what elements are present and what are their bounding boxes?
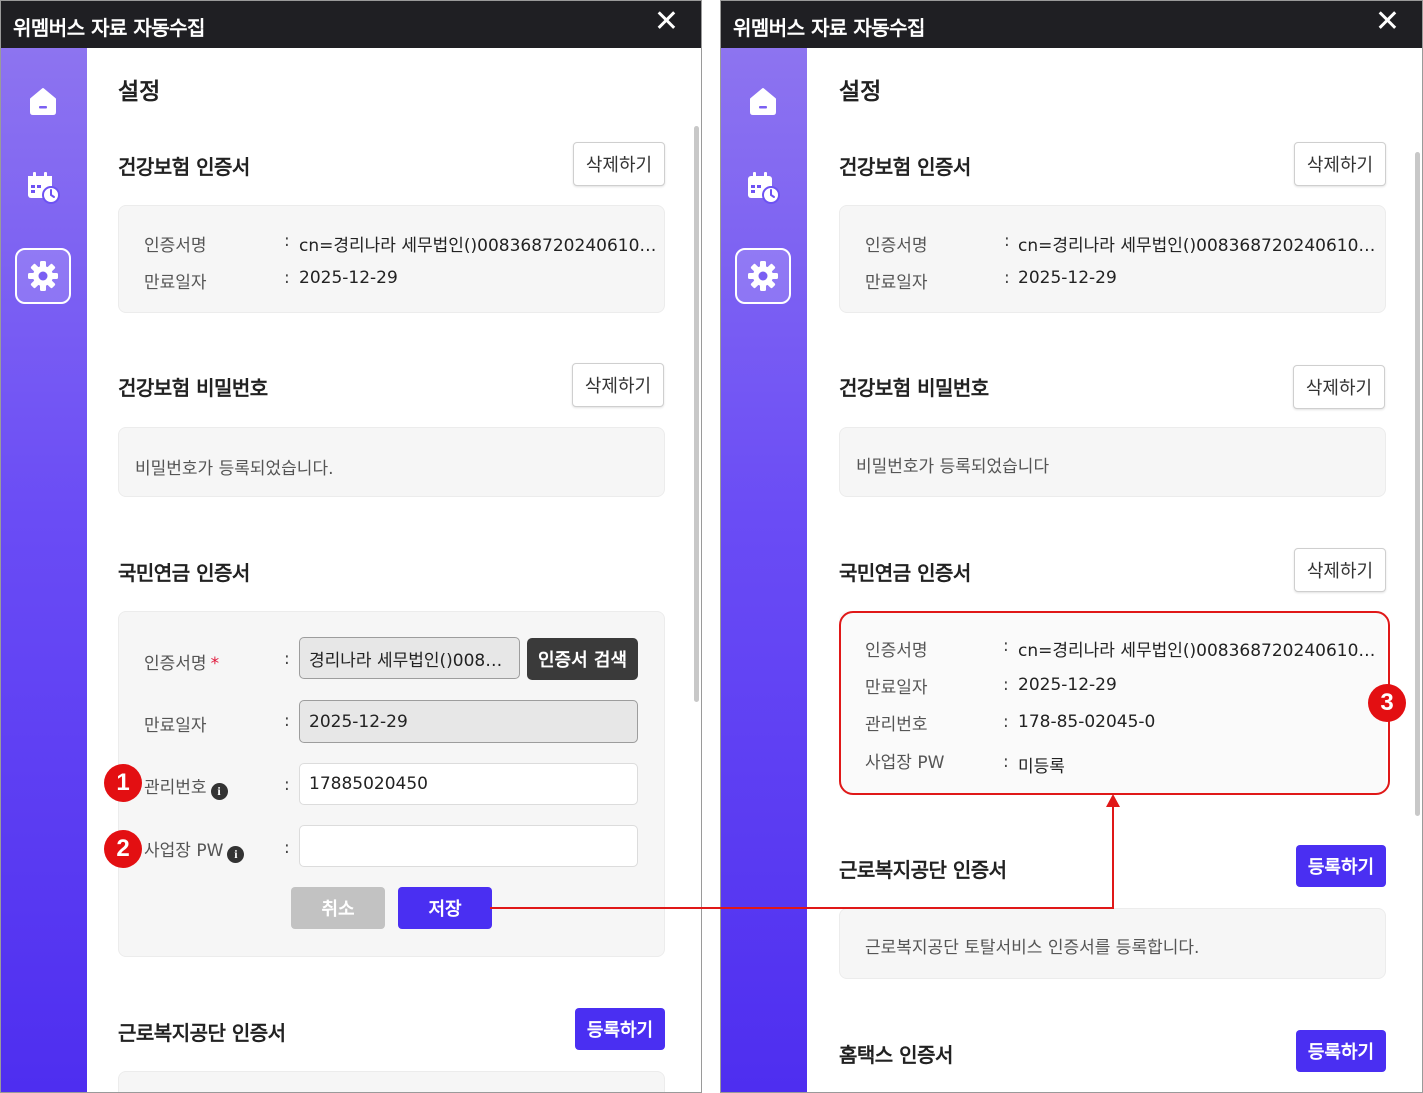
sidebar <box>1 48 87 1092</box>
settings-content: 설정 건강보험 인증서 삭제하기 인증서명 : cn=경리나라 세무법인()00… <box>807 48 1422 1092</box>
health-pw-title: 건강보험 비밀번호 <box>839 376 989 400</box>
close-icon[interactable]: ✕ <box>654 7 679 37</box>
settings-window-saved: 위멤버스 자료 자동수집 ✕ 설정 건강보험 인증서 삭제하기 인증서명: c… <box>720 0 1423 1093</box>
sidebar <box>721 48 807 1092</box>
nav-home[interactable] <box>735 73 791 129</box>
info-icon[interactable]: i <box>227 846 245 863</box>
health-cert-delete-button[interactable]: 삭제하기 <box>1294 142 1386 186</box>
step-badge-2: 2 <box>104 830 142 868</box>
nav-schedule[interactable] <box>735 160 791 216</box>
home-icon <box>30 88 56 115</box>
gear-icon <box>748 261 778 291</box>
health-pw-card: 비밀번호가 등록되었습니다. <box>118 427 665 497</box>
nav-settings[interactable] <box>15 248 71 304</box>
step-badge-1: 1 <box>104 764 142 802</box>
welfare-cert-message: 근로복지공단 토탈서비스 인증서를 등록합니다. <box>865 938 1200 958</box>
health-cert-card: 인증서명 : cn=경리나라 세무법인()008368720240610… 만료… <box>839 205 1386 313</box>
gear-icon <box>28 261 58 291</box>
cancel-button[interactable]: 취소 <box>291 887 385 929</box>
pension-cert-title: 국민연금 인증서 <box>839 561 971 585</box>
health-pw-delete-button[interactable]: 삭제하기 <box>1293 365 1385 409</box>
nav-settings[interactable] <box>735 248 791 304</box>
pension-cert-delete-button[interactable]: 삭제하기 <box>1294 548 1386 592</box>
calendar-clock-icon <box>28 172 60 204</box>
mgmt-no-input[interactable]: 17885020450 <box>299 763 638 805</box>
nav-home[interactable] <box>15 73 71 129</box>
page-title: 설정 <box>118 79 161 105</box>
expiry-label: 만료일자 <box>144 273 207 293</box>
cert-search-button[interactable]: 인증서 검색 <box>527 638 638 680</box>
welfare-cert-card: 근로복지공단 토탈서비스 인증서를 등록합니다. <box>839 908 1386 979</box>
welfare-cert-title: 근로복지공단 인증서 <box>839 858 1007 882</box>
pension-cert-title: 국민연금 인증서 <box>118 561 250 585</box>
expiry-label: 만료일자 <box>865 273 928 293</box>
saved-pension-highlight <box>839 611 1390 795</box>
welfare-cert-title: 근로복지공단 인증서 <box>118 1021 286 1045</box>
required-mark: * <box>210 654 220 674</box>
close-icon[interactable]: ✕ <box>1375 7 1400 37</box>
health-pw-title: 건강보험 비밀번호 <box>118 376 268 400</box>
cert-name-label: 인증서명 <box>865 236 928 256</box>
save-button[interactable]: 저장 <box>398 887 492 929</box>
health-pw-card: 비밀번호가 등록되었습니다 <box>839 427 1386 497</box>
page-title: 설정 <box>839 79 882 105</box>
site-pw-label: 사업장 PW i <box>144 836 245 863</box>
health-pw-message: 비밀번호가 등록되었습니다. <box>135 459 334 479</box>
home-icon <box>750 88 776 115</box>
welfare-register-button[interactable]: 등록하기 <box>1296 845 1386 887</box>
health-cert-title: 건강보험 인증서 <box>118 155 250 179</box>
title-bar: 위멤버스 자료 자동수집 ✕ <box>1 1 701 48</box>
expiry-label: 만료일자 <box>144 716 207 736</box>
hometax-cert-title: 홈택스 인증서 <box>839 1043 953 1067</box>
health-cert-expiry: 2025-12-29 <box>299 268 398 288</box>
settings-content: 설정 건강보험 인증서 삭제하기 인증서명 : cn=경리나라 세무법인()00… <box>87 48 701 1092</box>
settings-window-editing: 위멤버스 자료 자동수집 ✕ 설정 건강보험 인증서 삭제하기 인증서명: c… <box>0 0 702 1093</box>
info-icon[interactable]: i <box>210 783 228 800</box>
cert-name-label: 인증서명 * <box>144 654 220 674</box>
window-title: 위멤버스 자료 자동수집 <box>733 16 925 40</box>
cert-name-label: 인증서명 <box>144 236 207 256</box>
health-cert-name: cn=경리나라 세무법인()008368720240610… <box>299 236 657 256</box>
health-cert-name: cn=경리나라 세무법인()008368720240610… <box>1018 236 1376 256</box>
pension-expiry-field: 2025-12-29 <box>299 700 638 743</box>
site-pw-input[interactable] <box>299 825 638 867</box>
scrollbar[interactable] <box>694 126 699 702</box>
health-cert-delete-button[interactable]: 삭제하기 <box>573 142 665 186</box>
health-pw-message: 비밀번호가 등록되었습니다 <box>856 457 1050 477</box>
pension-cert-name-field: 경리나라 세무법인()008… <box>299 637 520 679</box>
health-pw-delete-button[interactable]: 삭제하기 <box>572 363 664 407</box>
scrollbar[interactable] <box>1415 152 1420 816</box>
nav-schedule[interactable] <box>15 160 71 216</box>
hometax-register-button[interactable]: 등록하기 <box>1296 1030 1386 1072</box>
health-cert-card: 인증서명 : cn=경리나라 세무법인()008368720240610… 만료… <box>118 205 665 313</box>
title-bar: 위멤버스 자료 자동수집 ✕ <box>721 1 1422 48</box>
welfare-cert-card <box>118 1071 665 1092</box>
health-cert-title: 건강보험 인증서 <box>839 155 971 179</box>
pension-cert-form: 인증서명 * : 경리나라 세무법인()008… 인증서 검색 만료일자 : 20… <box>118 611 665 957</box>
step-badge-3: 3 <box>1368 684 1406 722</box>
mgmt-no-label: 관리번호 i <box>144 773 228 800</box>
health-cert-expiry: 2025-12-29 <box>1018 268 1117 288</box>
window-title: 위멤버스 자료 자동수집 <box>13 16 205 40</box>
welfare-register-button[interactable]: 등록하기 <box>575 1008 665 1050</box>
calendar-clock-icon <box>748 172 780 204</box>
